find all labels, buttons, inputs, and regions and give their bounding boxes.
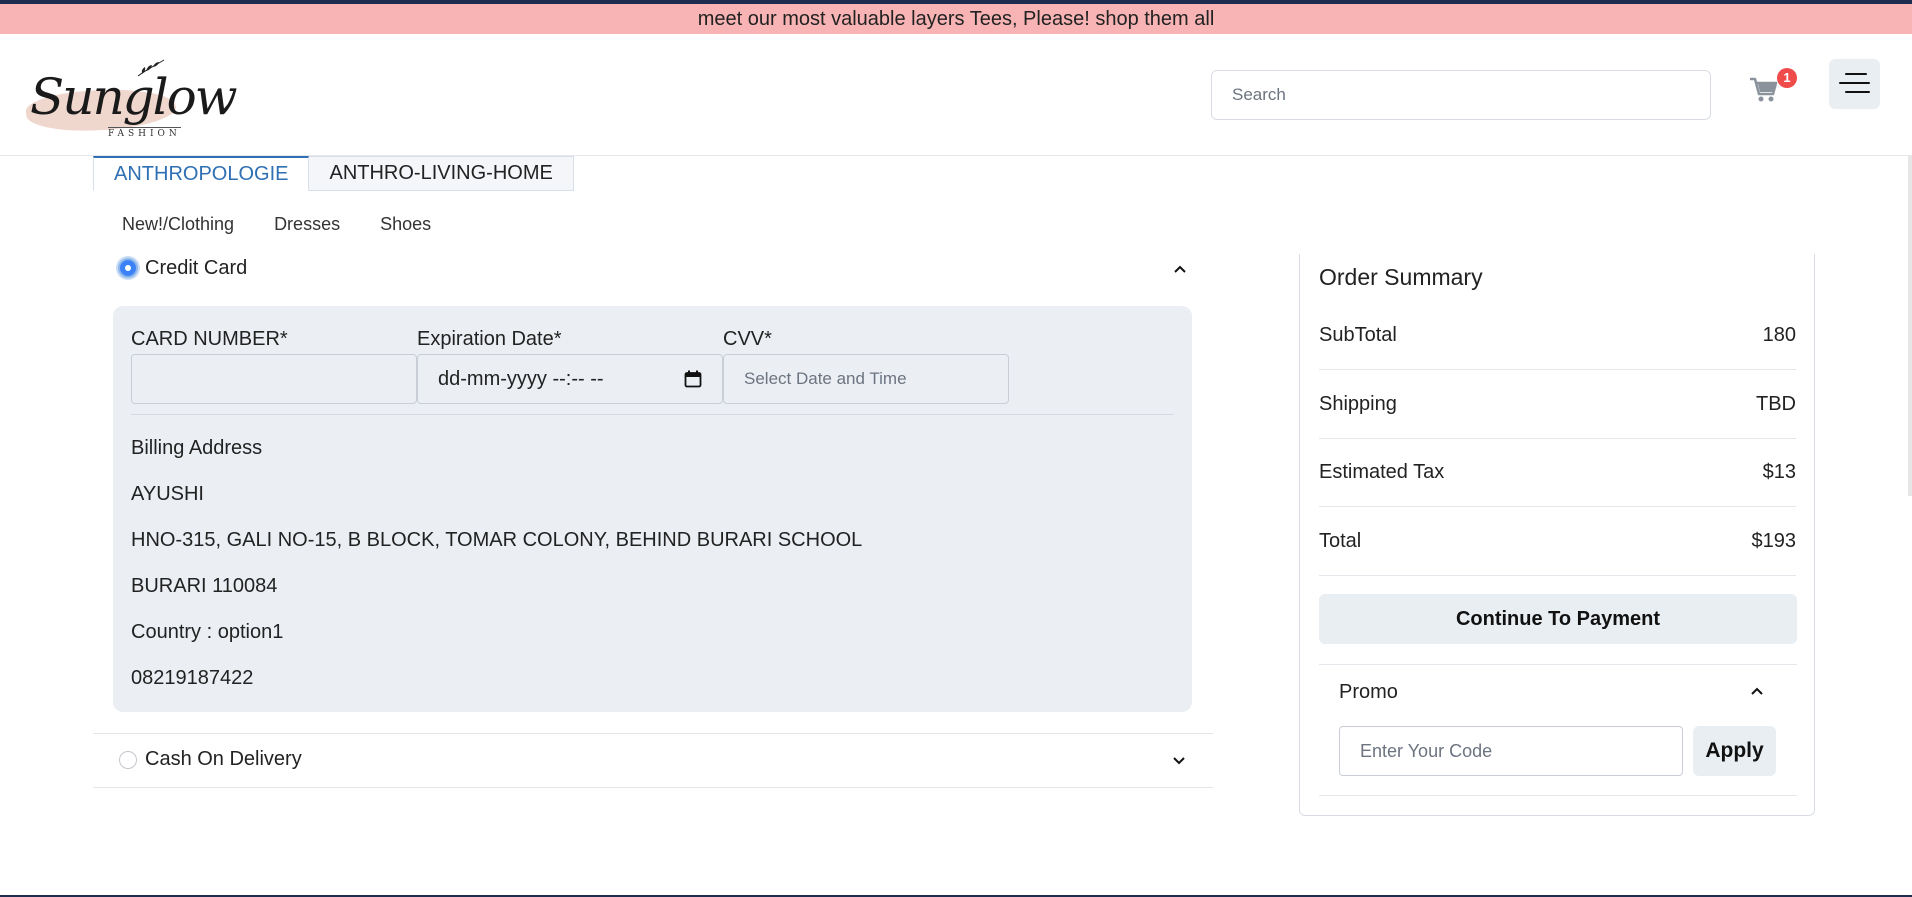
cart-count-badge: 1 [1777, 68, 1797, 88]
chevron-up-icon[interactable] [1172, 261, 1188, 277]
promo-section: Promo Apply [1319, 664, 1797, 796]
logo-subtitle: FASHION [108, 127, 181, 139]
credit-card-panel: CARD NUMBER* Expiration Date* dd-mm-yyyy… [113, 306, 1192, 712]
credit-card-label: Credit Card [145, 257, 248, 279]
summary-row-shipping: Shipping TBD [1319, 370, 1796, 439]
tab-anthropologie[interactable]: ANTHROPOLOGIE [93, 156, 310, 191]
summary-row-subtotal: SubTotal 180 [1319, 301, 1796, 370]
nav-link-new-clothing[interactable]: New!/Clothing [122, 214, 234, 235]
summary-label: SubTotal [1319, 324, 1397, 346]
promo-code-input[interactable] [1339, 726, 1683, 776]
brand-logo[interactable]: Sunglow FASHION [24, 52, 238, 144]
nav-link-dresses[interactable]: Dresses [274, 214, 340, 235]
cash-on-delivery-label: Cash On Delivery [145, 748, 302, 770]
category-nav: New!/Clothing Dresses Shoes [122, 214, 431, 235]
summary-value: $13 [1762, 461, 1796, 483]
cash-on-delivery-header[interactable]: Cash On Delivery [93, 733, 1213, 788]
hamburger-menu-icon [1845, 73, 1867, 75]
hamburger-menu-button[interactable] [1829, 59, 1880, 109]
store-tabs: ANTHROPOLOGIE ANTHRO-LIVING-HOME [93, 156, 574, 191]
cart-icon [1750, 77, 1778, 102]
order-summary: Order Summary SubTotal 180 Shipping TBD … [1299, 254, 1815, 816]
page-scrollbar[interactable] [1908, 156, 1912, 496]
summary-label: Estimated Tax [1319, 461, 1445, 483]
expiration-date-input[interactable]: dd-mm-yyyy --:-- -- [417, 354, 723, 404]
summary-label: Shipping [1319, 393, 1397, 415]
order-summary-title: Order Summary [1319, 264, 1483, 290]
card-number-input[interactable] [131, 354, 417, 404]
credit-card-header[interactable]: Credit Card [93, 250, 1213, 288]
apply-promo-button[interactable]: Apply [1693, 726, 1776, 776]
cvv-label: CVV* [723, 328, 772, 350]
tab-anthro-living-home[interactable]: ANTHRO-LIVING-HOME [309, 156, 574, 191]
summary-value: $193 [1751, 530, 1797, 552]
site-header: Sunglow FASHION 1 [0, 34, 1912, 156]
search-input[interactable] [1211, 70, 1711, 120]
card-number-label: CARD NUMBER* [131, 328, 288, 350]
continue-to-payment-button[interactable]: Continue To Payment [1319, 594, 1797, 644]
billing-address-heading: Billing Address [131, 437, 263, 459]
cvv-input[interactable]: Select Date and Time [723, 354, 1009, 404]
summary-row-total: Total $193 [1319, 507, 1796, 576]
payment-methods: Credit Card CARD NUMBER* Expiration Date… [93, 250, 1213, 788]
summary-value: 180 [1762, 324, 1796, 346]
billing-phone: 08219187422 [131, 667, 254, 689]
billing-street: HNO-315, GALI NO-15, B BLOCK, TOMAR COLO… [131, 529, 863, 551]
chevron-up-icon[interactable] [1749, 683, 1765, 699]
billing-name: AYUSHI [131, 483, 204, 505]
panel-divider [131, 414, 1174, 415]
summary-row-estimated-tax: Estimated Tax $13 [1319, 438, 1796, 507]
nav-link-shoes[interactable]: Shoes [380, 214, 431, 235]
hamburger-menu-icon-bar [1845, 91, 1870, 93]
summary-label: Total [1319, 530, 1362, 552]
expiration-date-value: dd-mm-yyyy --:-- -- [438, 367, 604, 390]
calendar-icon[interactable] [684, 370, 702, 388]
summary-value: TBD [1756, 393, 1796, 415]
expiration-date-label: Expiration Date* [417, 328, 562, 350]
cash-on-delivery-radio[interactable] [119, 751, 137, 769]
promo-banner: meet our most valuable layers Tees, Plea… [0, 4, 1912, 34]
promo-title[interactable]: Promo [1339, 681, 1398, 704]
chevron-down-icon[interactable] [1171, 753, 1187, 769]
billing-city: BURARI 110084 [131, 575, 278, 597]
billing-country: Country : option1 [131, 621, 284, 643]
hamburger-menu-icon-bar [1839, 82, 1870, 84]
logo-script-text: Sunglow [30, 68, 238, 126]
credit-card-radio[interactable] [118, 258, 138, 278]
cart-button[interactable]: 1 [1747, 66, 1799, 110]
